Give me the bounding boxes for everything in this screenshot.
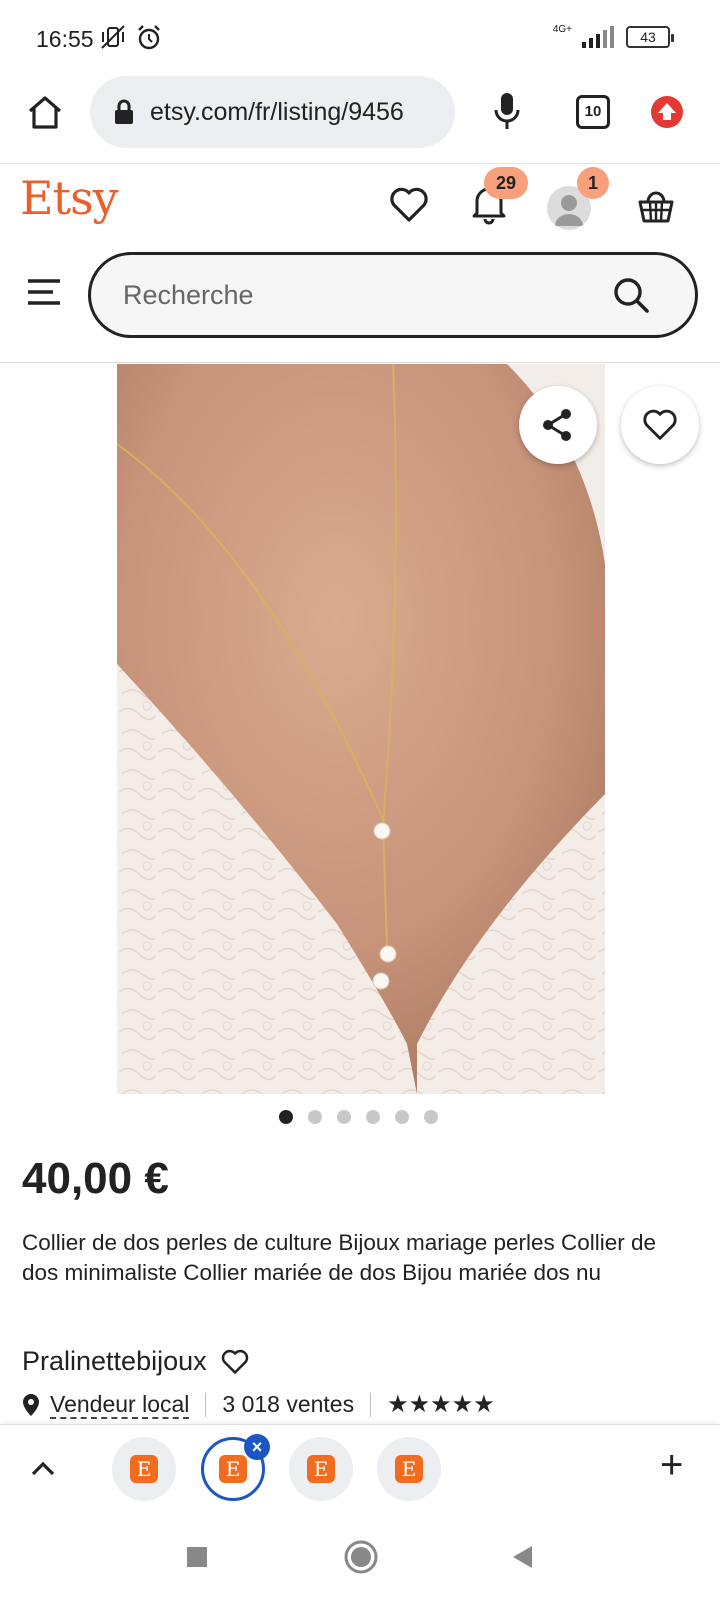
search-icon[interactable] (611, 275, 651, 315)
shop-name-link[interactable]: Pralinettebijoux (22, 1346, 207, 1377)
product-image[interactable] (117, 364, 605, 1094)
carousel-dot[interactable] (395, 1110, 409, 1124)
etsy-favicon: E (307, 1455, 335, 1483)
url-text: etsy.com/fr/listing/9456 (150, 97, 404, 126)
chevron-up-icon[interactable] (30, 1459, 56, 1477)
rating-stars[interactable]: ★★★★★ (387, 1390, 495, 1419)
follow-shop-heart-icon[interactable] (221, 1349, 249, 1375)
signal-icon (582, 26, 614, 48)
home-icon[interactable] (26, 94, 64, 130)
carousel-dot[interactable] (308, 1110, 322, 1124)
browser-tab[interactable]: E (112, 1437, 176, 1501)
favorites-heart-icon[interactable] (389, 187, 429, 223)
seller-meta: Vendeur local 3 018 ventes ★★★★★ (22, 1390, 495, 1419)
sales-count: 3 018 ventes (222, 1391, 355, 1417)
carousel-dots (279, 1110, 438, 1124)
search-bar (88, 252, 698, 338)
meta-separator (205, 1392, 207, 1417)
close-tab-button[interactable]: × (244, 1434, 270, 1460)
share-icon (543, 409, 571, 441)
carousel-dot[interactable] (337, 1110, 351, 1124)
local-seller-link[interactable]: Vendeur local (50, 1391, 190, 1419)
battery-indicator: 43 (626, 26, 674, 48)
back-triangle-icon[interactable] (510, 1544, 534, 1570)
location-pin-icon (23, 1393, 39, 1416)
etsy-logo[interactable]: Etsy (20, 171, 119, 225)
heart-icon (643, 409, 677, 440)
etsy-favicon: E (395, 1455, 423, 1483)
browser-tab-active[interactable]: E × (201, 1434, 270, 1501)
browser-tab[interactable]: E (377, 1437, 441, 1501)
share-button[interactable] (519, 386, 597, 464)
system-nav-bar (0, 1516, 720, 1600)
product-photo-illustration (117, 364, 605, 1094)
lock-icon (115, 99, 133, 124)
upload-icon[interactable] (650, 95, 684, 129)
carousel-dot[interactable] (366, 1110, 380, 1124)
etsy-favicon: E (219, 1455, 247, 1483)
cart-basket-icon[interactable] (636, 185, 676, 225)
meta-separator (370, 1392, 372, 1417)
etsy-header: Etsy 29 1 (0, 165, 720, 245)
recents-square-icon[interactable] (186, 1546, 208, 1568)
browser-toolbar: etsy.com/fr/listing/9456 10 (0, 76, 720, 164)
new-tab-button[interactable]: + (660, 1443, 683, 1488)
microphone-icon[interactable] (493, 92, 521, 132)
network-type: 4G+ (552, 23, 572, 35)
tab-switcher-button[interactable]: 10 (576, 95, 610, 129)
browser-tab-strip: E E × E E + (0, 1424, 720, 1516)
account-badge: 1 (577, 167, 609, 199)
alarm-icon (138, 25, 160, 50)
browser-tab[interactable]: E (289, 1437, 353, 1501)
listing-price: 40,00 € (22, 1154, 169, 1203)
header-divider (0, 362, 720, 363)
status-time: 16:55 (36, 26, 94, 52)
carousel-dot[interactable] (424, 1110, 438, 1124)
notifications-count-badge: 29 (484, 167, 528, 199)
listing-title: Collier de dos perles de culture Bijoux … (22, 1230, 657, 1285)
status-bar: 16:55 4G+ 43 (0, 0, 720, 80)
etsy-favicon: E (130, 1455, 158, 1483)
carousel-dot[interactable] (279, 1110, 293, 1124)
favorite-button[interactable] (621, 386, 699, 464)
hamburger-menu-icon[interactable] (26, 278, 62, 306)
vibrate-off-icon (101, 25, 125, 49)
home-circle-icon[interactable] (344, 1540, 378, 1574)
address-bar[interactable]: etsy.com/fr/listing/9456 (90, 76, 455, 148)
search-input[interactable] (123, 275, 603, 315)
